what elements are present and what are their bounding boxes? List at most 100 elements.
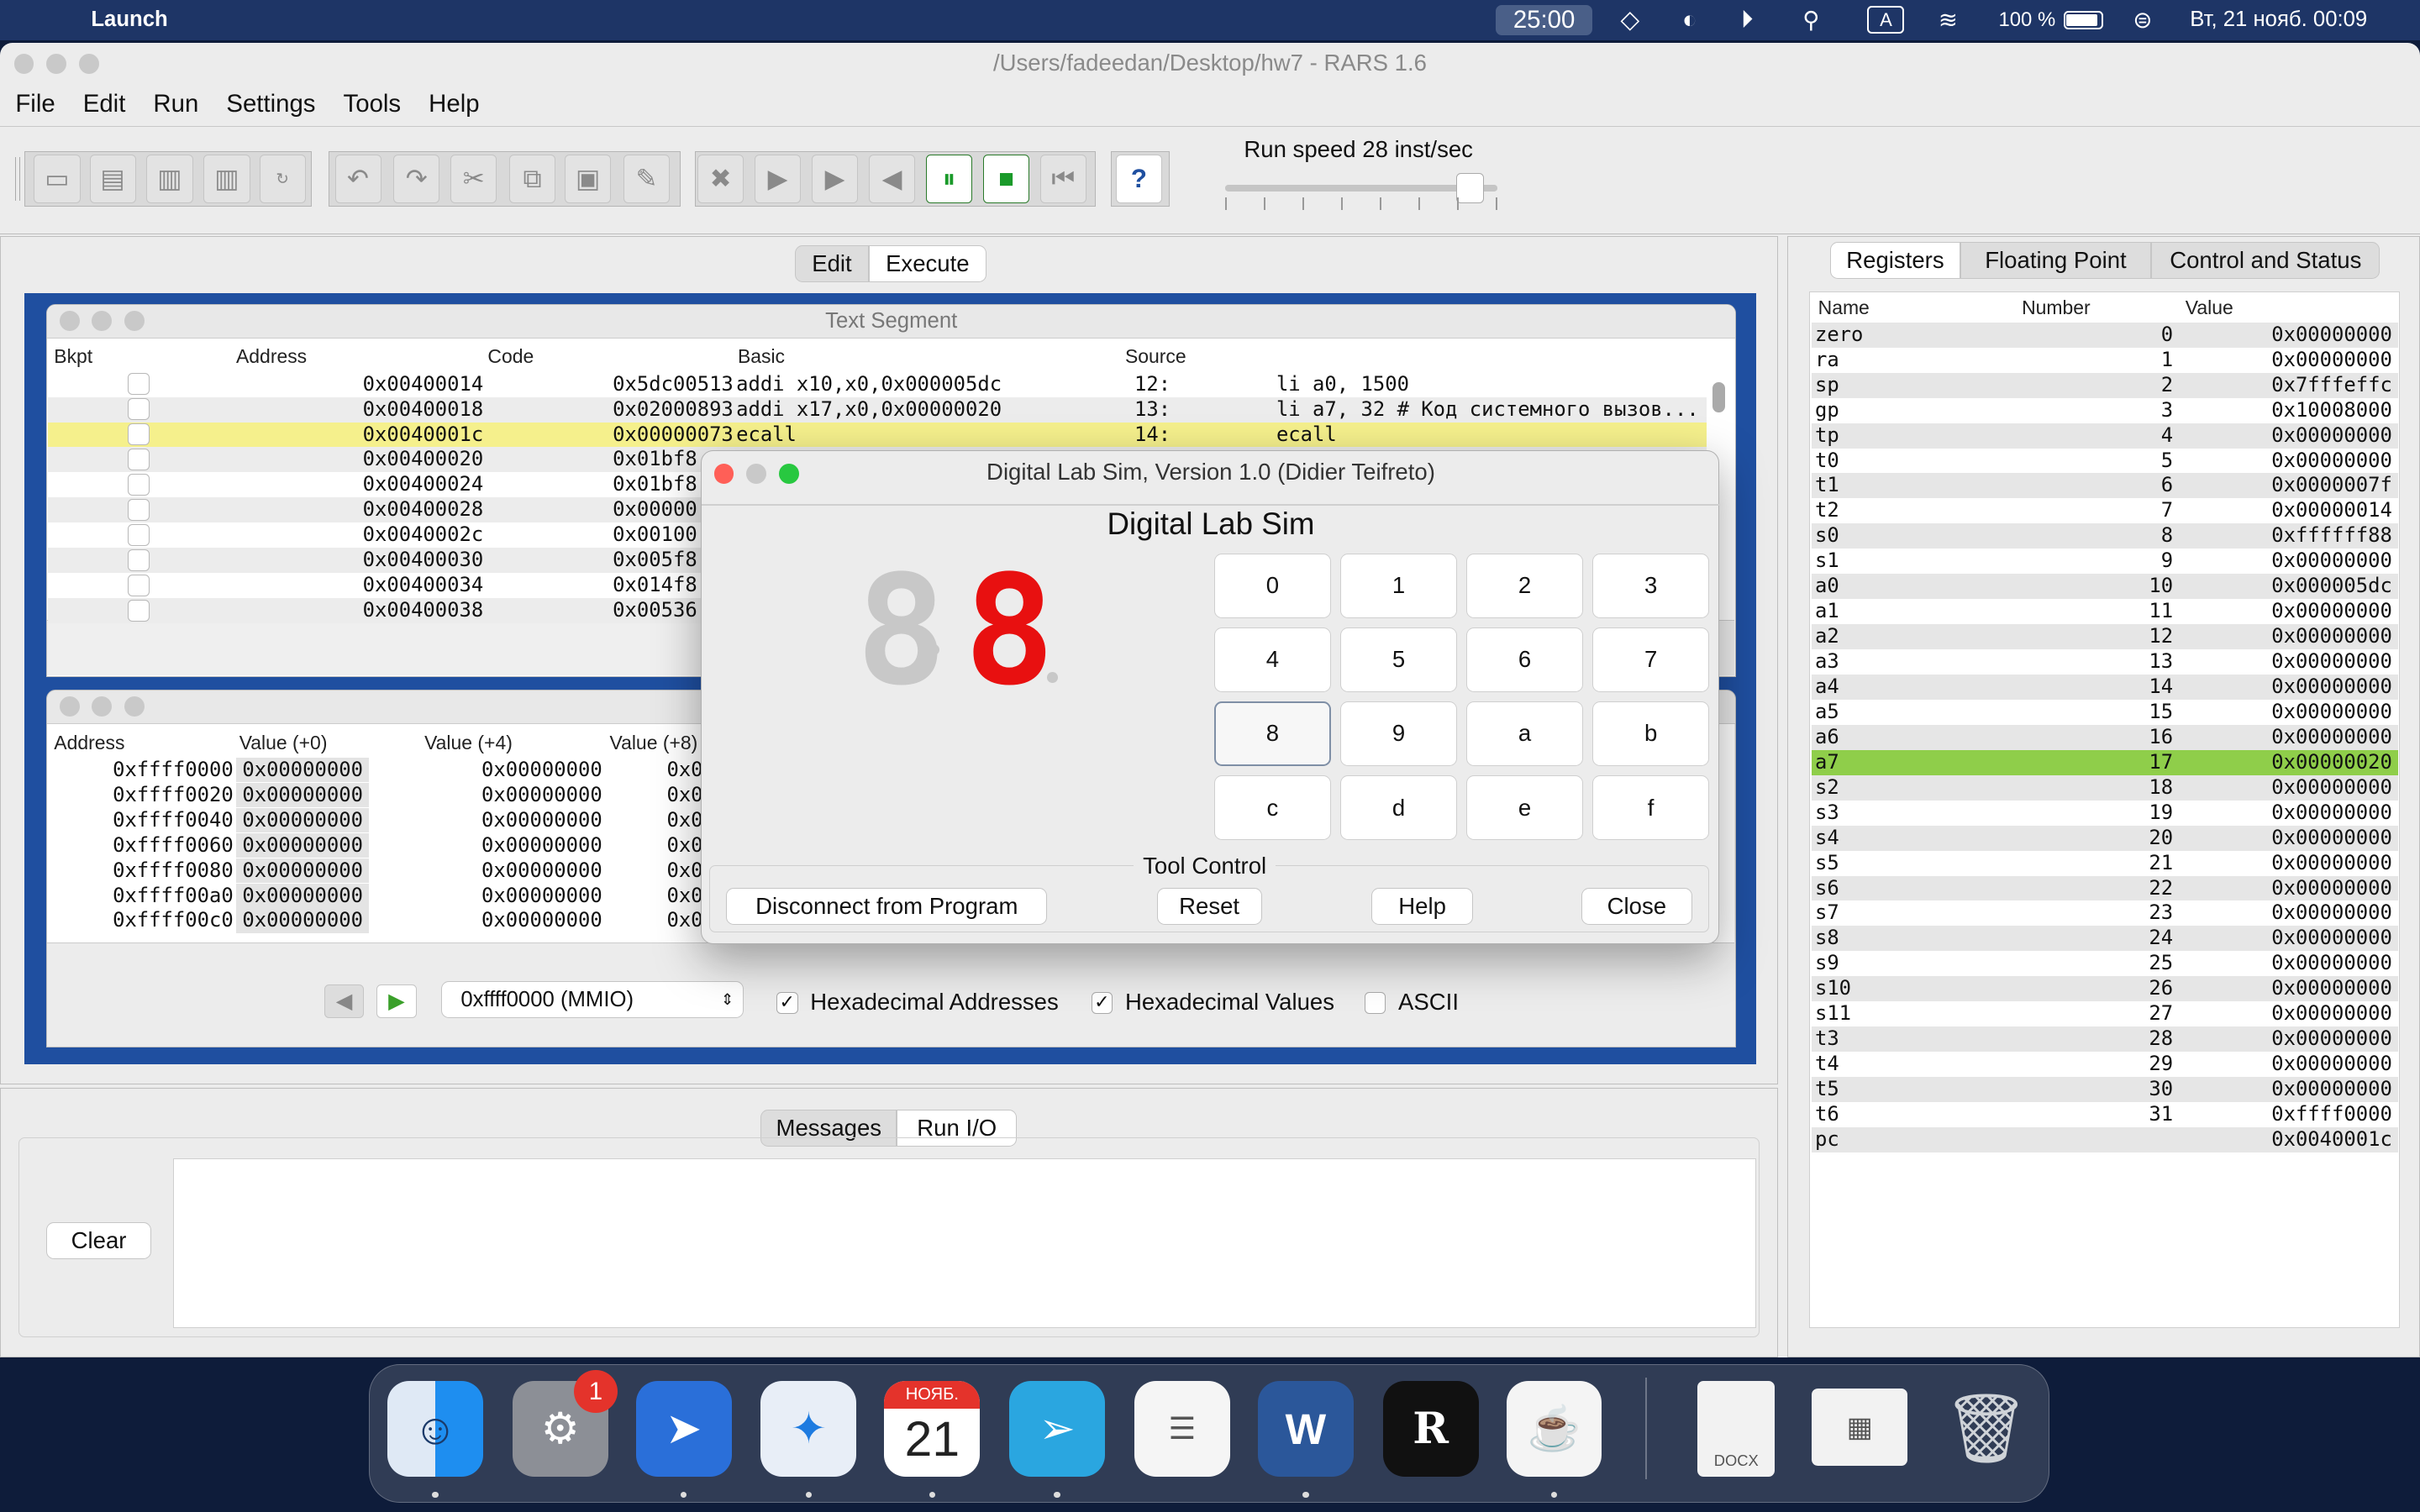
col-code[interactable]: Code xyxy=(487,345,534,368)
data-segment-traffic-lights[interactable] xyxy=(59,696,145,717)
memory-value-0[interactable]: 0x00000000 xyxy=(236,782,370,808)
keypad-key-c[interactable]: c xyxy=(1213,775,1332,841)
register-value[interactable]: 0x00000000 xyxy=(2271,725,2392,749)
register-value[interactable]: 0x00000000 xyxy=(2271,976,2392,1000)
find-replace-icon[interactable]: ✎ xyxy=(623,154,671,204)
register-value[interactable]: 0x00000000 xyxy=(2271,649,2392,674)
register-value[interactable]: 0x00000000 xyxy=(2271,926,2392,950)
trash-icon[interactable]: 🗑 xyxy=(1939,1381,2034,1477)
register-value[interactable]: 0x00000000 xyxy=(2271,1052,2392,1076)
register-row[interactable]: a0 10 0x000005dc xyxy=(1812,574,2399,600)
register-value[interactable]: 0x00000000 xyxy=(2271,1026,2392,1051)
keypad-key-a[interactable]: a xyxy=(1465,701,1584,766)
docx-file-icon[interactable]: DOCX xyxy=(1697,1380,1776,1477)
register-value[interactable]: 0x00000000 xyxy=(2271,624,2392,648)
breakpoint-checkbox[interactable] xyxy=(128,398,150,421)
memory-value-0[interactable]: 0x00000000 xyxy=(236,883,370,908)
keypad-key-e[interactable]: e xyxy=(1465,775,1584,841)
keypad-key-6[interactable]: 6 xyxy=(1465,627,1584,692)
memory-value-8[interactable]: 0x0 xyxy=(666,884,702,908)
memory-row[interactable]: 0xffff0060 0x00000000 0x00000000 0x0 xyxy=(48,832,712,858)
reset-icon[interactable]: ⏮ xyxy=(1039,154,1087,204)
memory-value-8[interactable]: 0x0 xyxy=(666,858,702,883)
register-row[interactable]: s1 9 0x00000000 xyxy=(1812,549,2399,575)
pomodoro-timer[interactable]: 25:00 xyxy=(1495,4,1593,36)
register-value[interactable]: 0x00000000 xyxy=(2271,1077,2392,1101)
register-value[interactable]: 0x00000000 xyxy=(2271,876,2392,900)
register-row[interactable]: s11 27 0x00000000 xyxy=(1812,1001,2399,1027)
col-value-8[interactable]: Value (+8) xyxy=(609,732,697,754)
word-icon[interactable]: W xyxy=(1257,1380,1354,1477)
backstep-icon[interactable]: ◀ xyxy=(869,154,916,204)
register-row[interactable]: a5 15 0x00000000 xyxy=(1812,699,2399,725)
safari-icon[interactable]: ✦ xyxy=(760,1380,857,1477)
register-value[interactable]: 0x10008000 xyxy=(2271,398,2392,423)
memory-value-0[interactable]: 0x00000000 xyxy=(236,908,370,933)
memory-value-0[interactable]: 0x00000000 xyxy=(236,858,370,883)
col-reg-value[interactable]: Value xyxy=(2186,297,2233,319)
calendar-icon[interactable]: НОЯБ. 21 xyxy=(884,1380,981,1477)
register-value[interactable]: 0x00000000 xyxy=(2271,423,2392,448)
register-value[interactable]: 0xffffff88 xyxy=(2271,523,2392,548)
register-value[interactable]: 0x00000014 xyxy=(2271,498,2392,522)
breakpoint-checkbox[interactable] xyxy=(128,474,150,496)
next-memory-icon[interactable]: ▶ xyxy=(376,984,417,1019)
text-segment-scrollbar[interactable] xyxy=(1712,381,1725,413)
keypad-key-5[interactable]: 5 xyxy=(1339,627,1458,692)
breakpoint-checkbox[interactable] xyxy=(128,574,150,596)
memory-value-4[interactable]: 0x00000000 xyxy=(481,833,602,858)
register-value[interactable]: 0x00000000 xyxy=(2271,851,2392,875)
airpods-icon[interactable]: ⚲ xyxy=(1802,0,1819,40)
register-value[interactable]: 0x00000000 xyxy=(2271,449,2392,473)
battery-icon[interactable] xyxy=(2063,10,2104,29)
hex-values-checkbox[interactable]: ✓ xyxy=(1091,991,1113,1014)
memory-value-4[interactable]: 0x00000000 xyxy=(481,858,602,883)
register-row[interactable]: s10 26 0x00000000 xyxy=(1812,976,2399,1002)
redo-icon[interactable]: ↷ xyxy=(393,154,440,204)
tab-edit[interactable]: Edit xyxy=(794,245,870,283)
col-basic[interactable]: Basic xyxy=(738,345,785,368)
stop-icon[interactable]: ■ xyxy=(982,154,1030,204)
col-value-0[interactable]: Value (+0) xyxy=(239,732,328,754)
disconnect-button[interactable]: Disconnect from Program xyxy=(726,888,1048,926)
battery-percent[interactable]: 100 % xyxy=(1999,0,2056,40)
register-row[interactable]: a4 14 0x00000000 xyxy=(1812,675,2399,700)
memory-value-8[interactable]: 0x0 xyxy=(666,833,702,858)
run-io-console[interactable] xyxy=(172,1158,1757,1329)
register-row[interactable]: t1 6 0x0000007f xyxy=(1812,473,2399,499)
register-row[interactable]: ra 1 0x00000000 xyxy=(1812,347,2399,373)
register-value[interactable]: 0x00000000 xyxy=(2271,700,2392,724)
register-value[interactable]: 0x7fffeffc xyxy=(2271,373,2392,397)
keypad-key-0[interactable]: 0 xyxy=(1213,553,1332,618)
keypad-key-7[interactable]: 7 xyxy=(1591,627,1710,692)
col-address[interactable]: Address xyxy=(236,345,307,368)
register-value[interactable]: 0x00000020 xyxy=(2271,750,2392,774)
undo-icon[interactable]: ↶ xyxy=(334,154,381,204)
register-row[interactable]: gp 3 0x10008000 xyxy=(1812,397,2399,423)
keypad-key-9[interactable]: 9 xyxy=(1339,701,1458,766)
dump-memory-icon[interactable]: ↻ xyxy=(259,154,306,204)
ascii-checkbox[interactable] xyxy=(1364,991,1386,1014)
java-icon[interactable]: ☕ xyxy=(1506,1380,1602,1477)
memory-value-8[interactable]: 0x0 xyxy=(666,783,702,807)
copy-icon[interactable]: ⧉ xyxy=(509,154,556,204)
run-speed-slider[interactable] xyxy=(1225,172,1497,204)
register-row[interactable]: a3 13 0x00000000 xyxy=(1812,649,2399,675)
register-value[interactable]: 0x00000000 xyxy=(2271,951,2392,975)
menu-help[interactable]: Help xyxy=(429,90,479,118)
save-as-icon[interactable]: ▥ xyxy=(203,154,250,204)
register-row[interactable]: a6 16 0x00000000 xyxy=(1812,724,2399,750)
register-row[interactable]: t5 30 0x00000000 xyxy=(1812,1077,2399,1102)
input-source-icon[interactable]: A xyxy=(1867,6,1905,34)
register-row[interactable]: s2 18 0x00000000 xyxy=(1812,774,2399,801)
open-file-icon[interactable]: ▤ xyxy=(89,154,136,204)
register-row[interactable]: s6 22 0x00000000 xyxy=(1812,875,2399,901)
register-row[interactable]: zero 0 0x00000000 xyxy=(1812,322,2399,348)
hex-addresses-checkbox[interactable]: ✓ xyxy=(776,991,798,1014)
keypad-key-b[interactable]: b xyxy=(1591,701,1710,766)
register-value[interactable]: 0x00000000 xyxy=(2271,348,2392,372)
memory-row[interactable]: 0xffff0020 0x00000000 0x00000000 0x0 xyxy=(48,782,712,808)
register-row[interactable]: t4 29 0x00000000 xyxy=(1812,1052,2399,1078)
reminders-icon[interactable]: ☰ xyxy=(1134,1380,1230,1477)
new-file-icon[interactable]: ▭ xyxy=(34,154,81,204)
